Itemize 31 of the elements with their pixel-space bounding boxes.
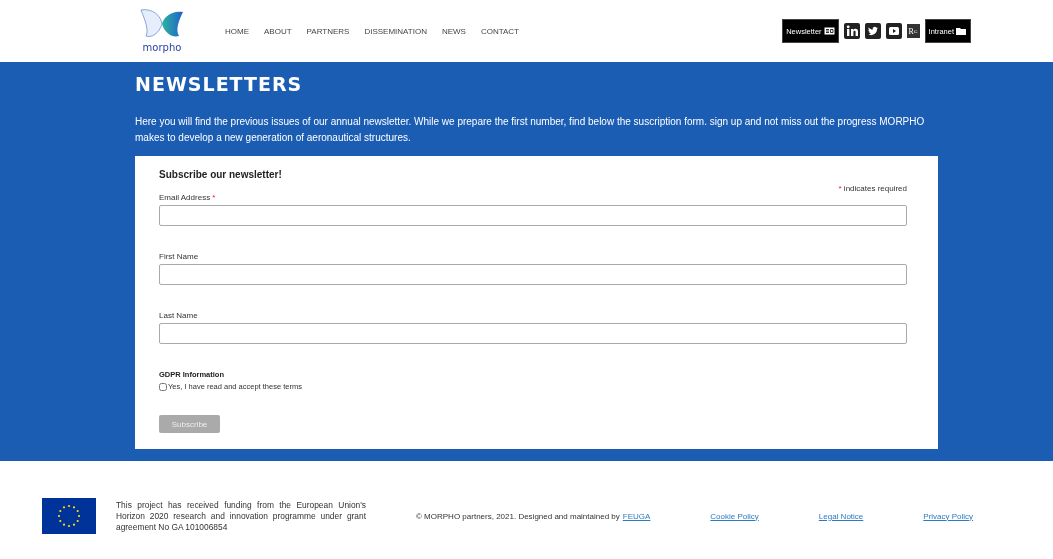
form-title: Subscribe our newsletter!	[159, 169, 283, 180]
eu-flag-icon	[42, 498, 96, 534]
input-field[interactable]	[159, 264, 907, 285]
required-note: * indicates required	[837, 184, 907, 193]
input-field[interactable]	[159, 205, 907, 226]
linkedin-icon[interactable]	[843, 23, 860, 39]
footer-link[interactable]: Privacy Policy	[923, 511, 974, 521]
nav-link[interactable]: HOME	[225, 26, 249, 36]
footer-link[interactable]: Legal Notice	[818, 511, 864, 521]
newspaper-icon	[823, 27, 835, 35]
twitter-icon[interactable]	[864, 23, 881, 39]
logo-text[interactable]: morpho	[142, 42, 182, 54]
funding-text: This project has received funding from the European Union's Horizon 2020 research and innovation programme under grant agreement No GA 101006854	[116, 499, 366, 533]
video-play-icon[interactable]	[885, 23, 902, 39]
copyright-text: © MORPHO partners, 2021. Designed and maintained by	[416, 511, 620, 521]
page-title: NEWSLETTERS	[135, 73, 304, 95]
feuga-link[interactable]: FEUGA	[622, 511, 651, 521]
intro-text: Here you will find the previous issues of our annual newsletter. While we prepare the first number, find below the suscription form. sign up and not miss out the progress MORPHO makes to develop a new generation of aeronautical structures.	[135, 115, 926, 145]
nav-link[interactable]: NEWS	[441, 26, 466, 36]
nav-link[interactable]: DISSEMINATION	[364, 26, 427, 36]
nav-link[interactable]: CONTACT	[480, 26, 519, 36]
field-label: First Name	[159, 252, 200, 261]
checkbox[interactable]	[159, 382, 167, 391]
input-field[interactable]	[159, 323, 907, 344]
field-label: Last Name	[159, 311, 199, 320]
researchgate-link[interactable]: R$^{G}$	[906, 24, 920, 38]
footer-link[interactable]: Cookie Policy	[710, 511, 759, 521]
nav-link[interactable]: PARTNERS	[306, 26, 350, 36]
nav-link[interactable]: ABOUT	[264, 26, 292, 36]
folder-icon	[956, 27, 967, 35]
field-label: Email Address *	[159, 193, 217, 202]
